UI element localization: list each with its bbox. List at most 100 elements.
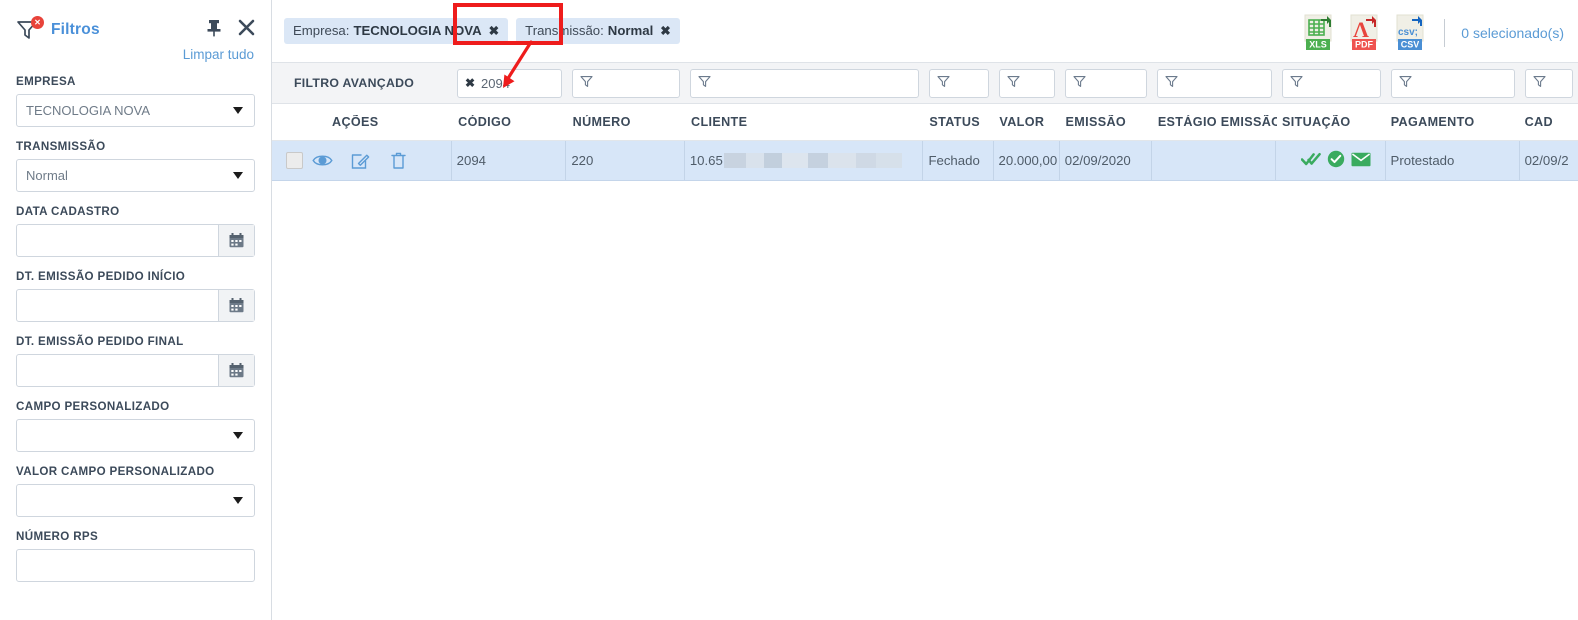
filter-input-valor[interactable] xyxy=(998,68,1056,98)
filter-input-estagio[interactable] xyxy=(1157,68,1272,98)
field-label-empresa: EMPRESA xyxy=(16,75,76,88)
chip-empresa-label: Empresa: xyxy=(293,23,350,38)
field-empresa: EMPRESA TECNOLOGIA NOVA xyxy=(16,75,255,127)
filter-icon: ✕ xyxy=(16,16,44,41)
funnel-icon xyxy=(1165,75,1178,91)
chip-empresa-value: TECNOLOGIA NOVA xyxy=(353,23,482,38)
field-dt-emissao-inicio: DT. EMISSÃO PEDIDO INÍCIO xyxy=(16,270,255,322)
filter-input-numero[interactable] xyxy=(571,68,681,98)
column-header-emissao[interactable]: EMISSÃO xyxy=(1061,115,1153,129)
filter-clear-icon[interactable]: ✖ xyxy=(465,76,475,90)
filter-cell-numero xyxy=(567,68,686,98)
cell-cadastro: 02/09/2 xyxy=(1524,153,1569,168)
cell-numero: 220 xyxy=(566,141,685,180)
clear-all-link[interactable]: Limpar tudo xyxy=(16,47,255,62)
column-header-status[interactable]: STATUS xyxy=(924,115,994,129)
cell-pagamento: Protestado xyxy=(1386,141,1520,180)
column-header-numero[interactable]: NÚMERO xyxy=(568,115,686,129)
chip-transmissao-value: Normal xyxy=(607,23,654,38)
column-header-acoes[interactable]: AÇÕES xyxy=(272,115,453,129)
funnel-icon xyxy=(937,75,950,91)
field-label-data-cadastro: DATA CADASTRO xyxy=(16,205,120,218)
filter-cell-pagamento xyxy=(1386,68,1520,98)
table-row[interactable]: 2094 220 10.65 Fechado 20.000,00 02/09/2… xyxy=(272,141,1578,181)
chip-transmissao[interactable]: Transmissão: Normal ✖ xyxy=(516,18,680,44)
filter-input-status[interactable] xyxy=(928,68,989,98)
date-input-dt-emissao-final[interactable] xyxy=(16,354,255,387)
date-input-dt-emissao-inicio[interactable] xyxy=(16,289,255,322)
funnel-icon xyxy=(1073,75,1086,91)
filter-cell-cliente xyxy=(685,68,924,98)
select-transmissao-value: Normal xyxy=(26,168,68,183)
funnel-icon xyxy=(698,75,711,91)
filter-value-codigo: 2094 xyxy=(481,75,510,91)
field-valor-campo-personalizado: VALOR CAMPO PERSONALIZADO xyxy=(16,465,255,517)
close-icon[interactable] xyxy=(238,19,255,41)
export-pdf-label: PDF xyxy=(1355,40,1374,50)
circle-check-icon xyxy=(1327,150,1345,171)
row-select-checkbox[interactable] xyxy=(286,152,303,169)
chip-empresa-remove-icon[interactable]: ✖ xyxy=(489,23,499,38)
filters-sidebar: ✕ Filtros Limpar tudo EMPRESA TECNOLOGIA… xyxy=(0,0,272,620)
field-label-numero-rps: NÚMERO RPS xyxy=(16,530,99,543)
filter-input-cliente[interactable] xyxy=(690,68,919,98)
filter-cell-status xyxy=(924,68,994,98)
export-xls-icon[interactable]: XLS xyxy=(1300,13,1336,53)
cell-cliente-text: 10.65 xyxy=(689,153,723,168)
calendar-icon[interactable] xyxy=(218,355,254,386)
cell-situacao xyxy=(1276,141,1386,180)
date-input-data-cadastro[interactable] xyxy=(16,224,255,257)
field-dt-emissao-final: DT. EMISSÃO PEDIDO FINAL xyxy=(16,335,255,387)
export-pdf-icon[interactable]: Λ PDF xyxy=(1346,13,1382,53)
orders-table: FILTRO AVANÇADO ✖ 2094 AÇÕES CÓDIGO NÚME… xyxy=(272,62,1578,181)
field-label-transmissao: TRANSMISSÃO xyxy=(16,140,106,153)
chip-transmissao-remove-icon[interactable]: ✖ xyxy=(660,23,670,38)
filter-input-codigo[interactable]: ✖ 2094 xyxy=(456,68,562,98)
select-transmissao[interactable]: Normal xyxy=(16,159,255,192)
funnel-icon xyxy=(1533,75,1546,91)
select-campo-personalizado[interactable] xyxy=(16,419,255,452)
field-label-dt-emissao-final: DT. EMISSÃO PEDIDO FINAL xyxy=(16,335,184,348)
row-actions-cell xyxy=(272,141,452,180)
field-label-dt-emissao-inicio: DT. EMISSÃO PEDIDO INÍCIO xyxy=(16,270,186,283)
column-header-situacao[interactable]: SITUAÇÃO xyxy=(1277,115,1386,129)
filter-badge: ✕ xyxy=(31,16,44,29)
column-header-cliente[interactable]: CLIENTE xyxy=(686,115,924,129)
table-header-row: AÇÕES CÓDIGO NÚMERO CLIENTE STATUS VALOR… xyxy=(272,104,1578,141)
funnel-icon xyxy=(580,75,593,91)
advanced-filter-row: FILTRO AVANÇADO ✖ 2094 xyxy=(272,62,1578,104)
funnel-icon xyxy=(1398,75,1412,91)
calendar-icon[interactable] xyxy=(218,290,254,321)
column-header-estagio-emissao[interactable]: ESTÁGIO EMISSÃO xyxy=(1153,115,1277,129)
chip-empresa[interactable]: Empresa: TECNOLOGIA NOVA ✖ xyxy=(284,18,509,44)
filter-input-pagamento[interactable] xyxy=(1390,68,1515,98)
cell-status: Fechado xyxy=(923,141,994,180)
chevron-down-icon xyxy=(233,432,243,439)
filter-cell-situacao xyxy=(1277,68,1386,98)
filters-header: ✕ Filtros xyxy=(16,0,255,46)
filter-cell-codigo: ✖ 2094 xyxy=(452,68,567,98)
export-csv-icon[interactable]: csv; CSV xyxy=(1392,13,1428,53)
filter-input-emissao[interactable] xyxy=(1065,68,1148,98)
column-header-cadastro[interactable]: CAD xyxy=(1520,115,1578,129)
select-valor-campo-personalizado[interactable] xyxy=(16,484,255,517)
view-icon[interactable] xyxy=(303,152,341,169)
chevron-down-icon xyxy=(233,497,243,504)
column-header-valor[interactable]: VALOR xyxy=(994,115,1060,129)
edit-icon[interactable] xyxy=(341,151,379,171)
pin-icon[interactable] xyxy=(206,19,222,42)
delete-icon[interactable] xyxy=(379,151,417,171)
field-data-cadastro: DATA CADASTRO xyxy=(16,205,255,257)
filter-input-cadastro[interactable] xyxy=(1524,68,1573,98)
filter-input-situacao[interactable] xyxy=(1281,68,1381,98)
calendar-icon[interactable] xyxy=(218,225,254,256)
filter-cell-estagio xyxy=(1152,68,1276,98)
select-empresa-value: TECNOLOGIA NOVA xyxy=(26,103,151,118)
envelope-icon xyxy=(1351,152,1371,170)
cell-valor: 20.000,00 xyxy=(994,141,1060,180)
column-header-codigo[interactable]: CÓDIGO xyxy=(453,115,568,129)
text-input-numero-rps[interactable] xyxy=(16,549,255,582)
main-content: Empresa: TECNOLOGIA NOVA ✖ Transmissão: … xyxy=(272,0,1578,620)
select-empresa[interactable]: TECNOLOGIA NOVA xyxy=(16,94,255,127)
column-header-pagamento[interactable]: PAGAMENTO xyxy=(1386,115,1520,129)
